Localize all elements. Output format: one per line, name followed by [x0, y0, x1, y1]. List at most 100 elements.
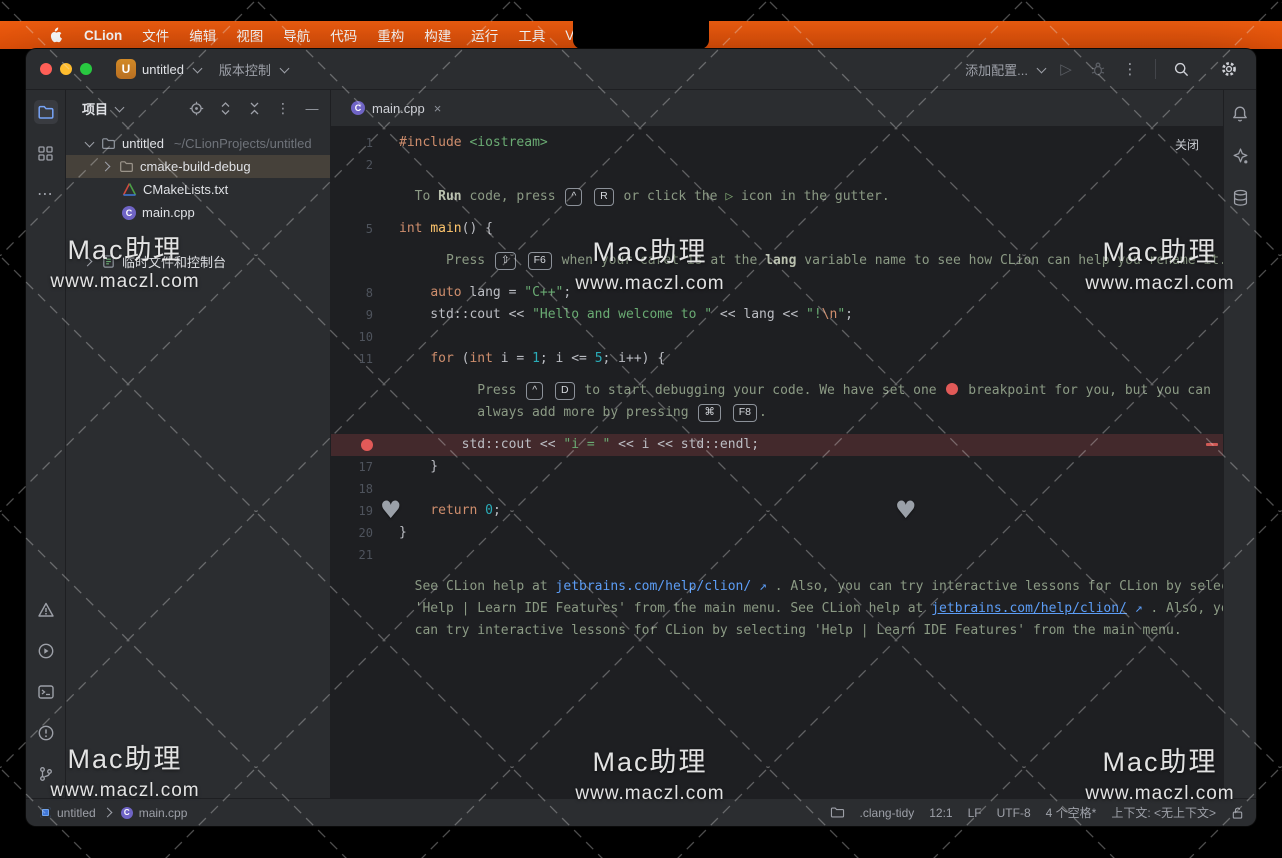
- context-widget[interactable]: 上下文: <无上下文>: [1111, 804, 1216, 821]
- tree-item-main-cpp[interactable]: C main.cpp: [66, 201, 330, 224]
- ai-assistant-button[interactable]: [1228, 144, 1252, 168]
- chevron-right-icon[interactable]: [101, 162, 111, 172]
- menu-file[interactable]: 文件: [132, 25, 179, 45]
- breadcrumb-project[interactable]: untitled: [57, 806, 96, 820]
- code-line[interactable]: 11 for (int i = 1; i <= 5; i++) {: [331, 348, 1223, 370]
- code-line[interactable]: 10: [331, 326, 1223, 348]
- code-line[interactable]: 21: [331, 544, 1223, 566]
- gutter[interactable]: [331, 402, 399, 424]
- code-line[interactable]: 20}: [331, 522, 1223, 544]
- gutter[interactable]: 2: [331, 154, 399, 176]
- gutter[interactable]: 10: [331, 326, 399, 348]
- menu-code[interactable]: 代码: [320, 25, 367, 45]
- inline-tip-line[interactable]: Press ⇧ F6 when your caret is at the lan…: [331, 250, 1223, 272]
- encoding-widget[interactable]: UTF-8: [997, 806, 1031, 820]
- minimize-window-button[interactable]: [60, 63, 72, 75]
- code-editor[interactable]: 1#include <iostream>2 To Run code, press…: [331, 127, 1223, 798]
- inline-tip-line[interactable]: 'Help | Learn IDE Features' from the mai…: [331, 598, 1223, 620]
- apple-menu[interactable]: [36, 27, 74, 44]
- chevron-down-icon[interactable]: [85, 138, 95, 148]
- debug-button[interactable]: [1085, 56, 1111, 82]
- breadcrumb-file[interactable]: main.cpp: [139, 806, 188, 820]
- tree-item-cmake-build-debug[interactable]: cmake-build-debug: [66, 155, 330, 178]
- code-line[interactable]: 8 auto lang = "C++";: [331, 282, 1223, 304]
- more-actions-button[interactable]: ⋮: [1117, 56, 1143, 82]
- gutter[interactable]: 9: [331, 304, 399, 326]
- indent-widget[interactable]: 4 个空格*: [1046, 804, 1097, 821]
- structure-tool-button[interactable]: [34, 141, 58, 165]
- collapse-all-button[interactable]: [246, 100, 262, 116]
- tree-item-cmakelists[interactable]: CMakeLists.txt: [66, 178, 330, 201]
- run-button[interactable]: ▷: [1053, 56, 1079, 82]
- gutter[interactable]: 21: [331, 544, 399, 566]
- chevron-right-icon[interactable]: [83, 257, 93, 267]
- notification-close-link[interactable]: 关闭: [1175, 136, 1199, 153]
- database-button[interactable]: [1228, 186, 1252, 210]
- notifications-tool-button[interactable]: [34, 598, 58, 622]
- menu-refactor[interactable]: 重构: [367, 25, 414, 45]
- menu-build[interactable]: 构建: [414, 25, 461, 45]
- inline-tip-line[interactable]: See CLion help at jetbrains.com/help/cli…: [331, 576, 1223, 598]
- gutter[interactable]: [331, 598, 399, 620]
- search-everywhere-button[interactable]: [1168, 56, 1194, 82]
- zoom-window-button[interactable]: [80, 63, 92, 75]
- folder-status-icon[interactable]: [830, 806, 845, 819]
- menu-run[interactable]: 运行: [461, 25, 508, 45]
- gutter[interactable]: 1: [331, 132, 399, 154]
- locate-file-button[interactable]: [188, 100, 204, 116]
- clang-tidy-widget[interactable]: .clang-tidy: [860, 806, 915, 820]
- caret-position-widget[interactable]: 12:1: [929, 806, 952, 820]
- gutter[interactable]: [331, 434, 399, 456]
- gutter[interactable]: [331, 250, 399, 272]
- close-window-button[interactable]: [40, 63, 52, 75]
- gutter[interactable]: 11: [331, 348, 399, 370]
- code-line[interactable]: 9 std::cout << "Hello and welcome to " <…: [331, 304, 1223, 326]
- code-line[interactable]: 17 }: [331, 456, 1223, 478]
- menu-edit[interactable]: 编辑: [179, 25, 226, 45]
- gutter[interactable]: [331, 576, 399, 598]
- problems-tool-button[interactable]: [34, 721, 58, 745]
- tree-item-root[interactable]: untitled ~/CLionProjects/untitled: [66, 132, 330, 155]
- gutter[interactable]: 19: [331, 500, 399, 522]
- project-badge[interactable]: U: [116, 59, 136, 79]
- code-line[interactable]: 2: [331, 154, 1223, 176]
- gutter[interactable]: [331, 186, 399, 208]
- code-line[interactable]: 18: [331, 478, 1223, 500]
- gutter[interactable]: 17: [331, 456, 399, 478]
- vcs-menu[interactable]: 版本控制: [219, 60, 271, 79]
- code-line[interactable]: 5int main() {: [331, 218, 1223, 240]
- panel-options-button[interactable]: ⋮: [275, 100, 291, 116]
- terminal-tool-button[interactable]: [34, 680, 58, 704]
- hide-panel-button[interactable]: —: [304, 100, 320, 116]
- project-tool-button[interactable]: [34, 100, 58, 124]
- inline-tip-line[interactable]: To Run code, press ^ R or click the ▷ ic…: [331, 186, 1223, 208]
- git-tool-button[interactable]: [34, 762, 58, 786]
- run-configurations-dropdown[interactable]: 添加配置...: [965, 60, 1028, 79]
- inline-tip-line[interactable]: can try interactive lessons for CLion by…: [331, 620, 1223, 642]
- menu-tools[interactable]: 工具: [508, 25, 555, 45]
- gutter[interactable]: 20: [331, 522, 399, 544]
- breakpoint-dot[interactable]: [361, 439, 373, 451]
- inline-tip-line[interactable]: always add more by pressing ⌘ F8.: [331, 402, 1223, 424]
- code-line-breakpoint[interactable]: std::cout << "i = " << i << std::endl;: [331, 434, 1223, 456]
- gutter[interactable]: 5: [331, 218, 399, 240]
- menu-clion[interactable]: CLion: [74, 28, 132, 43]
- notifications-button[interactable]: [1228, 102, 1252, 126]
- gutter[interactable]: [331, 620, 399, 642]
- expand-all-button[interactable]: [217, 100, 233, 116]
- gutter[interactable]: 8: [331, 282, 399, 304]
- menu-view[interactable]: 视图: [226, 25, 273, 45]
- gutter[interactable]: [331, 380, 399, 402]
- more-tools-button[interactable]: ⋯: [34, 182, 58, 206]
- code-line[interactable]: 1#include <iostream>: [331, 132, 1223, 154]
- line-ending-widget[interactable]: LF: [968, 806, 982, 820]
- run-tool-button[interactable]: [34, 639, 58, 663]
- close-tab-icon[interactable]: ×: [434, 101, 442, 116]
- code-line[interactable]: 19 return 0;: [331, 500, 1223, 522]
- inline-tip-line[interactable]: Press ^ D to start debugging your code. …: [331, 380, 1223, 402]
- tree-item-scratches[interactable]: 临时文件和控制台: [66, 250, 330, 273]
- unlock-icon[interactable]: [1231, 806, 1244, 820]
- project-panel-title[interactable]: 项目: [82, 99, 108, 118]
- settings-button[interactable]: [1216, 56, 1242, 82]
- gutter[interactable]: 18: [331, 478, 399, 500]
